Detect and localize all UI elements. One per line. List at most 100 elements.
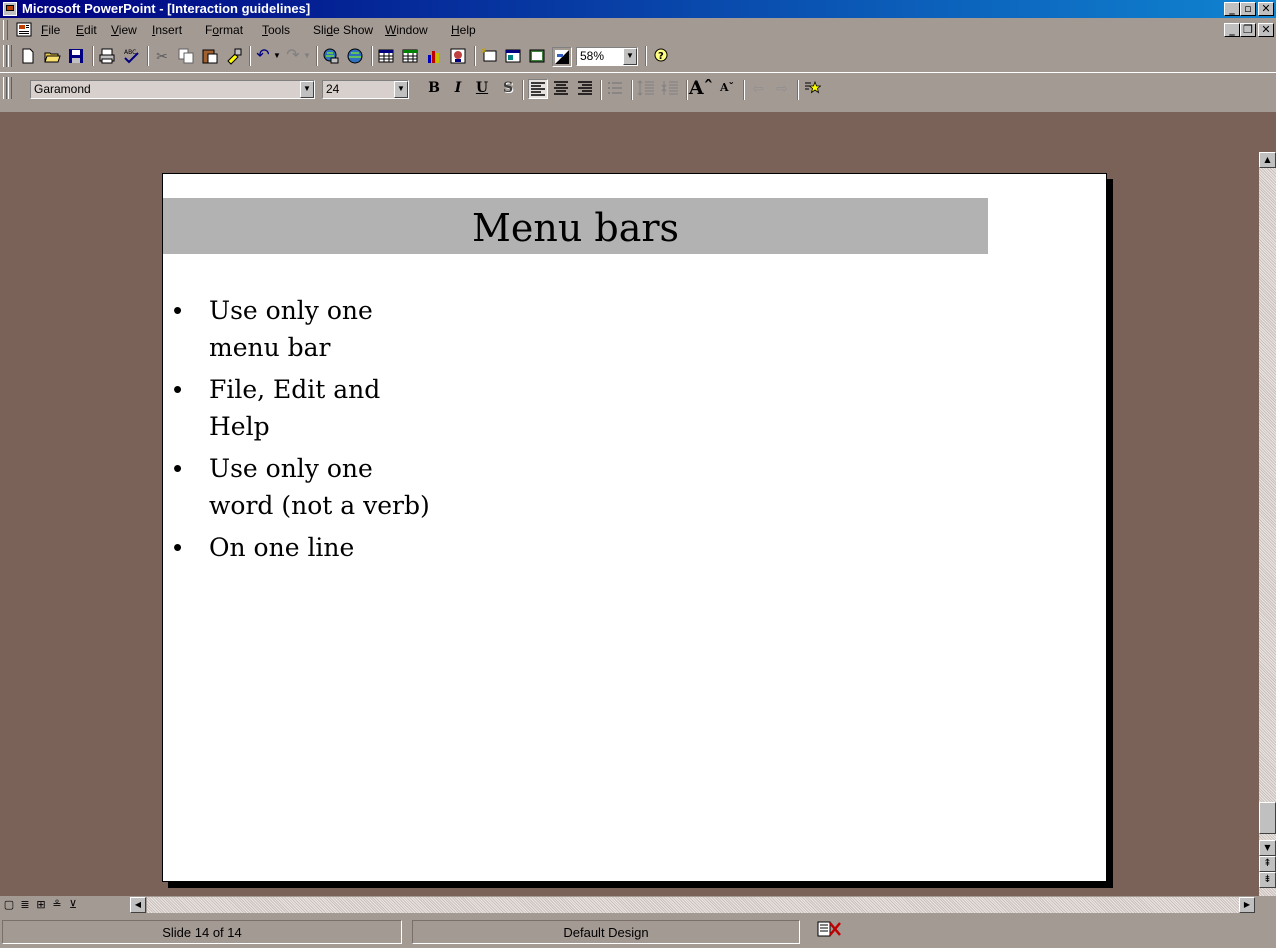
decrease-font-size-icon[interactable]: Aˇ [718,79,736,97]
notes-page-view-icon[interactable]: ≗ [51,898,63,911]
slide-sorter-view-icon[interactable]: ⊞ [35,898,47,911]
slide-layout-icon[interactable] [504,47,522,65]
underline-button[interactable]: U [473,79,491,97]
office-assistant-icon[interactable]: ? [652,47,670,65]
normal-view-icon[interactable]: ▢ [3,898,15,911]
insert-chart-icon[interactable] [425,47,443,65]
menu-file[interactable]: File [41,23,60,37]
minimize-button[interactable]: _ [1224,2,1240,16]
save-icon[interactable] [67,47,85,65]
slide-canvas[interactable]: Menu bars Use only one menu bar File, Edi… [162,173,1107,882]
insert-word-table-icon[interactable] [377,47,395,65]
menu-window[interactable]: Window [385,23,428,37]
redo-dropdown-icon[interactable]: ▼ [302,47,312,65]
formatting-toolbar-grip[interactable] [3,77,7,99]
bullet-line: Help [209,412,270,441]
open-folder-icon[interactable] [43,47,61,65]
text-shadow-button[interactable]: S [499,79,517,97]
document-icon[interactable] [16,22,34,38]
decrease-paragraph-spacing-icon[interactable] [661,79,679,97]
scroll-right-icon[interactable]: ▶ [1239,897,1255,913]
font-name-value: Garamond [34,82,91,96]
font-size-combo[interactable]: 24 ▼ [322,80,409,99]
zoom-dropdown-icon[interactable]: ▼ [623,48,637,65]
toolbar-area: ABC ✂ ↶ ▼ ↷ ▼ 58% ▼ ? Garamond ▼ 24 ▼ B … [0,42,1276,112]
menubar-grip[interactable] [3,20,8,40]
svg-text:?: ? [658,51,664,62]
redo-icon[interactable]: ↷ [284,47,302,65]
copy-icon[interactable] [177,47,195,65]
font-name-dropdown-icon[interactable]: ▼ [300,81,314,98]
close-button[interactable]: ✕ [1258,2,1274,16]
doc-minimize-button[interactable]: _ [1224,23,1240,37]
bullet-item[interactable]: Use only one word (not a verb) [173,450,509,524]
vertical-scrollbar[interactable]: ▲ ▼ ⇞ ⇟ [1259,152,1276,896]
cut-icon[interactable]: ✂ [153,47,171,65]
font-name-combo[interactable]: Garamond ▼ [30,80,315,99]
italic-button[interactable]: I [449,79,467,97]
insert-hyperlink-icon[interactable] [322,47,340,65]
doc-restore-button[interactable]: ❐ [1240,23,1256,37]
view-and-hscroll-bar: ▢ ≣ ⊞ ≗ ⊻ ◀ ▶ [0,896,1276,914]
menu-format[interactable]: Format [205,23,243,37]
zoom-combo[interactable]: 58% ▼ [576,47,638,66]
scroll-up-icon[interactable]: ▲ [1259,152,1276,168]
powerpoint-app-icon[interactable] [3,2,17,16]
print-icon[interactable] [98,47,116,65]
bullets-icon[interactable] [606,79,624,97]
status-bar: Slide 14 of 14 Default Design [0,914,1276,948]
spelling-icon[interactable]: ABC [122,47,140,65]
maximize-button[interactable]: ▫ [1240,2,1256,16]
status-slide-number: Slide 14 of 14 [2,920,402,944]
slide-show-view-icon[interactable]: ⊻ [67,898,79,911]
slide-title[interactable]: Menu bars [163,198,988,254]
align-left-icon[interactable] [528,79,548,99]
font-size-dropdown-icon[interactable]: ▼ [394,81,408,98]
outline-view-icon[interactable]: ≣ [19,898,31,911]
promote-icon[interactable]: ⇦ [749,79,767,97]
window-title: Microsoft PowerPoint - [Interaction guid… [22,1,311,16]
align-right-icon[interactable] [576,79,594,97]
bold-button[interactable]: B [425,79,443,97]
paste-icon[interactable] [201,47,219,65]
menu-slide-show[interactable]: Slide Show [313,23,373,37]
insert-excel-worksheet-icon[interactable] [401,47,419,65]
increase-font-size-icon[interactable]: Aˆ [689,79,713,98]
scroll-down-icon[interactable]: ▼ [1259,840,1276,856]
new-document-icon[interactable] [19,47,37,65]
bullet-line: File, Edit and [209,375,381,404]
web-toolbar-icon[interactable] [346,47,364,65]
menu-insert[interactable]: Insert [152,23,182,37]
new-slide-icon[interactable] [480,47,498,65]
previous-slide-icon[interactable]: ⇞ [1259,856,1276,872]
slide-bullet-list[interactable]: Use only onemenu bar File, Edit andHelp … [173,292,509,571]
menu-bar: File Edit View Insert Format Tools Slide… [0,18,1276,42]
spelling-status-icon[interactable] [815,919,845,939]
menu-help[interactable]: Help [451,23,476,37]
align-center-icon[interactable] [552,79,570,97]
menu-tools[interactable]: Tools [262,23,290,37]
insert-clip-art-icon[interactable] [449,47,467,65]
bullet-item[interactable]: File, Edit and Help [173,371,509,445]
next-slide-icon[interactable]: ⇟ [1259,872,1276,888]
font-size-value: 24 [326,82,340,96]
format-painter-icon[interactable] [225,47,243,65]
demote-icon[interactable]: ⇨ [773,79,791,97]
menu-view[interactable]: View [111,23,137,37]
animation-effects-icon[interactable] [803,79,821,97]
vertical-scroll-thumb[interactable] [1259,802,1276,834]
standard-toolbar-grip[interactable] [3,45,7,67]
title-bar: Microsoft PowerPoint - [Interaction guid… [0,0,1276,18]
doc-close-button[interactable]: ✕ [1258,23,1274,37]
bullet-item[interactable]: Use only one menu bar [173,292,509,366]
horizontal-scroll-track[interactable] [147,897,1239,913]
bullet-line: word (not a verb) [209,491,430,520]
increase-paragraph-spacing-icon[interactable] [637,79,655,97]
menu-edit[interactable]: Edit [76,23,97,37]
apply-design-icon[interactable] [528,47,546,65]
grayscale-preview-icon[interactable] [552,47,572,67]
undo-icon[interactable]: ↶ [254,47,272,65]
bullet-item[interactable]: On one line [173,529,509,566]
undo-dropdown-icon[interactable]: ▼ [272,47,282,65]
scroll-left-icon[interactable]: ◀ [130,897,146,913]
